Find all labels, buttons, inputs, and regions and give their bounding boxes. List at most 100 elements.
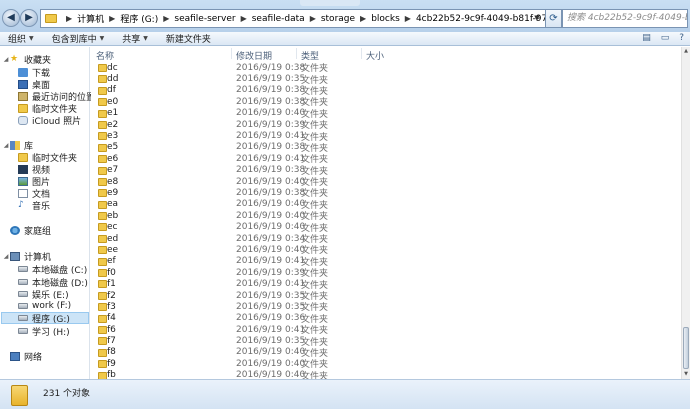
help-icon[interactable]: ? <box>679 33 684 43</box>
sidebar-item-drive-d[interactable]: 本地磁盘 (D:) <box>18 276 88 289</box>
file-name: f2 <box>107 290 116 301</box>
back-button[interactable]: ◀ <box>2 9 20 27</box>
table-row[interactable]: ef 2016/9/19 0:41 文件夹 <box>91 256 681 268</box>
file-date: 2016/9/19 0:40 <box>236 108 306 119</box>
breadcrumb-item-storage[interactable]: storage <box>321 14 355 24</box>
collapse-icon[interactable]: ◢ <box>2 142 10 149</box>
breadcrumb-item-blocks[interactable]: blocks <box>371 14 400 24</box>
drive-icon <box>18 303 28 309</box>
table-row[interactable]: dd 2016/9/19 0:35 文件夹 <box>91 73 681 86</box>
table-row[interactable]: e6 2016/9/19 0:41 文件夹 <box>91 153 681 165</box>
new-folder-button[interactable]: 新建文件夹 <box>166 32 211 45</box>
table-row[interactable]: f0 2016/9/19 0:39 文件夹 <box>91 267 681 279</box>
table-row[interactable]: e9 2016/9/19 0:38 文件夹 <box>91 187 681 199</box>
sidebar-item-computer[interactable]: ◢ 计算机 <box>2 250 51 263</box>
sidebar-item-lib-temp[interactable]: 临时文件夹 <box>18 151 77 164</box>
table-row[interactable]: e3 2016/9/19 0:41 文件夹 <box>91 130 681 143</box>
file-name: ed <box>107 233 119 244</box>
sidebar-item-network[interactable]: 网络 <box>10 350 42 363</box>
table-row[interactable]: f6 2016/9/19 0:41 文件夹 <box>91 324 681 336</box>
table-row[interactable]: f8 2016/9/19 0:40 文件夹 <box>91 347 681 359</box>
sidebar-item-drive-e[interactable]: 娱乐 (E:) <box>18 288 69 301</box>
table-row[interactable]: e0 2016/9/19 0:38 文件夹 <box>91 96 681 108</box>
forward-button[interactable]: ▶ <box>20 9 38 27</box>
column-header-size[interactable]: 大小 <box>366 49 384 62</box>
search-input[interactable]: 搜索 4cb22b52-9c9f-4049-b81f-97... <box>562 9 688 28</box>
sidebar-item-drive-f[interactable]: work (F:) <box>18 300 71 312</box>
table-row[interactable]: eb 2016/9/19 0:40 文件夹 <box>91 210 681 222</box>
table-row[interactable]: f9 2016/9/19 0:40 文件夹 <box>91 358 681 370</box>
collapse-icon[interactable]: ◢ <box>2 56 10 63</box>
sidebar-item-desktop[interactable]: 桌面 <box>18 78 50 91</box>
sidebar-item-temp[interactable]: 临时文件夹 <box>18 102 77 115</box>
sidebar-item-favorites[interactable]: ◢ ★ 收藏夹 <box>2 53 51 66</box>
breadcrumb-chevron-icon[interactable]: ▶ <box>109 14 115 23</box>
table-row[interactable]: f2 2016/9/19 0:35 文件夹 <box>91 290 681 302</box>
table-row[interactable]: e5 2016/9/19 0:38 文件夹 <box>91 142 681 154</box>
column-divider[interactable] <box>361 48 362 59</box>
collapse-icon[interactable]: ◢ <box>2 253 10 260</box>
view-options-icon[interactable]: ▤ <box>642 33 651 43</box>
sidebar-item-documents[interactable]: 文档 <box>18 187 50 200</box>
table-row[interactable]: df 2016/9/19 0:38 文件夹 <box>91 85 681 97</box>
sidebar-item-pictures[interactable]: 图片 <box>18 175 50 188</box>
breadcrumb-chevron-icon[interactable]: ▶ <box>66 14 72 23</box>
sidebar-item-icloud[interactable]: iCloud 照片 <box>18 114 81 127</box>
table-row[interactable]: ec 2016/9/19 0:40 文件夹 <box>91 221 681 234</box>
sidebar-item-videos[interactable]: 视频 <box>18 163 50 176</box>
file-name: f6 <box>107 324 116 335</box>
address-bar[interactable]: ▶ 计算机 ▶ 程序 (G:) ▶ seafile-server ▶ seafi… <box>40 9 546 28</box>
folder-icon <box>98 64 107 72</box>
table-row[interactable]: e7 2016/9/19 0:38 文件夹 <box>91 165 681 177</box>
table-row[interactable]: f7 2016/9/19 0:35 文件夹 <box>91 335 681 348</box>
scroll-down-icon[interactable]: ▼ <box>682 370 690 379</box>
scrollbar-thumb[interactable] <box>683 327 689 369</box>
breadcrumb-item-seafile-server[interactable]: seafile-server <box>174 14 235 24</box>
breadcrumb-chevron-icon[interactable]: ▶ <box>405 14 411 23</box>
sidebar-item-music[interactable]: ♪ 音乐 <box>18 199 50 212</box>
sidebar-item-homegroup[interactable]: 家庭组 <box>10 224 51 237</box>
table-row[interactable]: f3 2016/9/19 0:35 文件夹 <box>91 301 681 313</box>
file-name: e3 <box>107 131 119 142</box>
column-header-date[interactable]: 修改日期 <box>236 49 272 62</box>
table-row[interactable]: ee 2016/9/19 0:40 文件夹 <box>91 244 681 256</box>
breadcrumb-chevron-icon[interactable]: ▶ <box>163 14 169 23</box>
table-row[interactable]: e2 2016/9/19 0:39 文件夹 <box>91 119 681 131</box>
table-row[interactable]: f4 2016/9/19 0:36 文件夹 <box>91 313 681 325</box>
breadcrumb-chevron-icon[interactable]: ▶ <box>241 14 247 23</box>
sidebar-item-drive-g[interactable]: 程序 (G:) <box>1 312 89 325</box>
breadcrumb-item-drive[interactable]: 程序 (G:) <box>120 12 158 25</box>
vertical-scrollbar[interactable]: ▲ ▼ <box>681 47 690 379</box>
share-button[interactable]: 共享 ▼ <box>122 32 148 45</box>
breadcrumb-item-seafile-data[interactable]: seafile-data <box>252 14 305 24</box>
column-divider[interactable] <box>231 48 232 59</box>
breadcrumb-item-computer[interactable]: 计算机 <box>77 12 104 25</box>
desktop-icon <box>18 79 28 89</box>
breadcrumb-item-repo-id[interactable]: 4cb22b52-9c9f-4049-b81f-97e1eb0bdfc1 <box>416 14 545 24</box>
table-row[interactable]: dc 2016/9/19 0:38 文件夹 <box>91 62 681 74</box>
sidebar-item-drive-h[interactable]: 学习 (H:) <box>18 325 70 338</box>
breadcrumb-chevron-icon[interactable]: ▶ <box>360 14 366 23</box>
table-row[interactable]: ea 2016/9/19 0:40 文件夹 <box>91 199 681 211</box>
breadcrumb-chevron-icon[interactable]: ▶ <box>310 14 316 23</box>
table-row[interactable]: f1 2016/9/19 0:41 文件夹 <box>91 278 681 291</box>
table-row[interactable]: ed 2016/9/19 0:34 文件夹 <box>91 233 681 245</box>
table-row[interactable]: e8 2016/9/19 0:40 文件夹 <box>91 176 681 188</box>
sidebar-item-library[interactable]: ◢ 库 <box>2 139 33 152</box>
sidebar-item-drive-c[interactable]: 本地磁盘 (C:) <box>18 263 87 276</box>
include-in-library-button[interactable]: 包含到库中 ▼ <box>52 32 105 45</box>
sidebar-item-recent[interactable]: 最近访问的位置 <box>18 90 95 103</box>
back-arrow-icon: ◀ <box>7 12 15 23</box>
column-divider[interactable] <box>296 48 297 59</box>
preview-pane-icon[interactable]: ▭ <box>661 33 670 43</box>
scroll-up-icon[interactable]: ▲ <box>682 47 690 56</box>
organize-button[interactable]: 组织 ▼ <box>8 32 34 45</box>
address-bar-strip: ◀ ▶ ▶ 计算机 ▶ 程序 (G:) ▶ seafile-server ▶ s… <box>0 0 690 32</box>
sidebar-item-downloads[interactable]: 下载 <box>18 66 50 79</box>
table-row[interactable]: e1 2016/9/19 0:40 文件夹 <box>91 108 681 120</box>
column-header-name[interactable]: 名称 <box>96 49 114 62</box>
refresh-button[interactable]: ⟳ <box>546 9 562 28</box>
table-row[interactable]: fb 2016/9/19 0:40 文件夹 <box>91 370 681 379</box>
column-header-type[interactable]: 类型 <box>301 49 319 62</box>
address-dropdown-icon[interactable]: ▼ <box>530 10 544 27</box>
